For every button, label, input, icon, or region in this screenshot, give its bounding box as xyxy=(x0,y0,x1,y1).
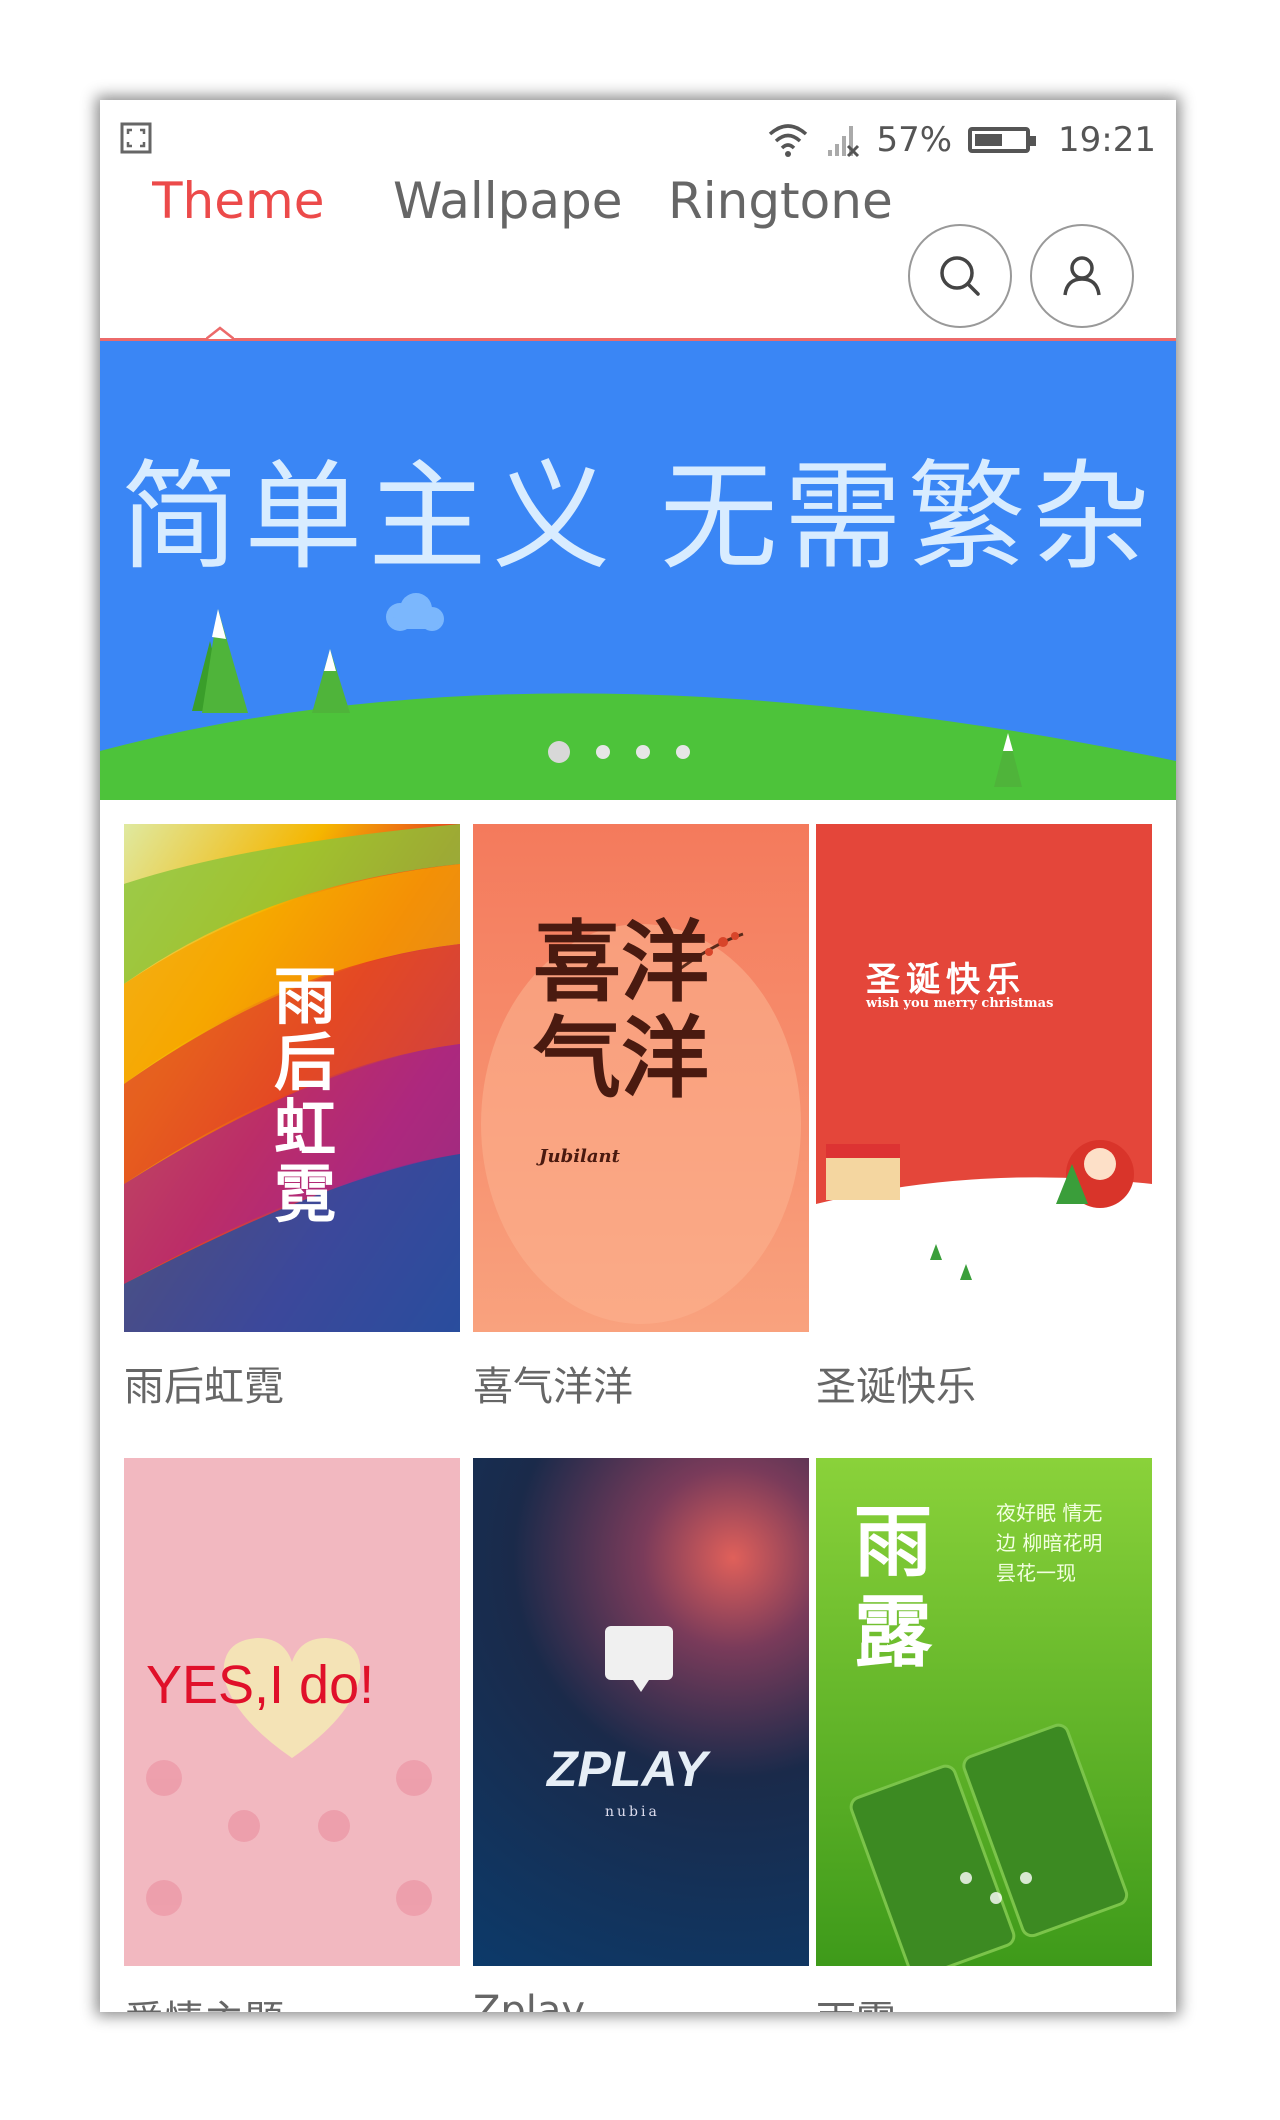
page-dot[interactable] xyxy=(676,745,690,759)
theme-art-text: 圣诞快乐 xyxy=(866,960,1026,1000)
theme-title: 雨后虹霓 xyxy=(124,1364,284,1410)
battery-icon xyxy=(968,127,1037,153)
theme-title: 爱情主题 xyxy=(124,1988,284,2012)
promo-banner[interactable]: 简单主义 无需繁杂 xyxy=(100,341,1176,800)
theme-title: Zplay xyxy=(473,1988,586,2012)
banner-headline: 简单主义 无需繁杂 xyxy=(120,448,1156,586)
theme-art-subtext: nubia xyxy=(605,1804,660,1820)
user-icon xyxy=(1063,256,1101,296)
search-button[interactable] xyxy=(908,224,1012,328)
theme-art-text: 雨露 xyxy=(854,1497,933,1678)
theme-art-subtext: wish you merry christmas xyxy=(866,996,1054,1011)
wifi-icon xyxy=(769,124,808,157)
user-button[interactable] xyxy=(1030,224,1134,328)
theme-art-text: ZPLAY xyxy=(547,1741,708,1797)
battery-percent: 57% xyxy=(876,120,953,160)
theme-art-subtext: Jubilant xyxy=(539,1146,620,1167)
status-bar: 57% 19:21 xyxy=(100,100,1176,180)
page-dot[interactable] xyxy=(548,741,570,763)
page-dot[interactable] xyxy=(596,745,610,759)
theme-thumbnail: 雨后虹霓 xyxy=(124,824,460,1332)
tab-wallpaper[interactable]: Wallpaper xyxy=(393,172,627,230)
theme-thumbnail: 圣诞快乐 wish you merry christmas xyxy=(816,824,1152,1332)
theme-art-text: 雨后虹霓 xyxy=(274,960,337,1231)
search-icon xyxy=(940,256,980,296)
theme-title: 雨露 xyxy=(816,1988,896,2012)
theme-title: 圣诞快乐 xyxy=(816,1364,976,1410)
theme-thumbnail: ZPLAY nubia xyxy=(473,1458,809,1966)
phone-screen: 57% 19:21 Theme Wallpaper Ringtone 简单主义 … xyxy=(100,100,1176,2012)
theme-title: 喜气洋洋 xyxy=(473,1364,633,1410)
battery-fill xyxy=(975,134,1003,146)
clock: 19:21 xyxy=(1058,120,1156,160)
signal-icon xyxy=(828,126,860,158)
tab-theme[interactable]: Theme xyxy=(152,172,324,230)
tab-ringtone[interactable]: Ringtone xyxy=(668,172,893,230)
theme-thumbnail: 雨露 夜好眠 情无边 柳暗花明 昙花一现 xyxy=(816,1458,1152,1966)
theme-art-text: 喜洋气洋 xyxy=(533,910,710,1110)
screenshot-icon xyxy=(120,122,152,154)
theme-thumbnail: 喜洋气洋 Jubilant xyxy=(473,824,809,1332)
active-tab-indicator xyxy=(206,326,234,340)
page-dot[interactable] xyxy=(636,745,650,759)
theme-art-text: YES,I do! xyxy=(146,1655,375,1715)
theme-thumbnail: YES,I do! xyxy=(124,1458,460,1966)
banner-pagination xyxy=(548,741,690,763)
theme-art-subtext: 夜好眠 情无边 柳暗花明 昙花一现 xyxy=(996,1501,1103,1585)
